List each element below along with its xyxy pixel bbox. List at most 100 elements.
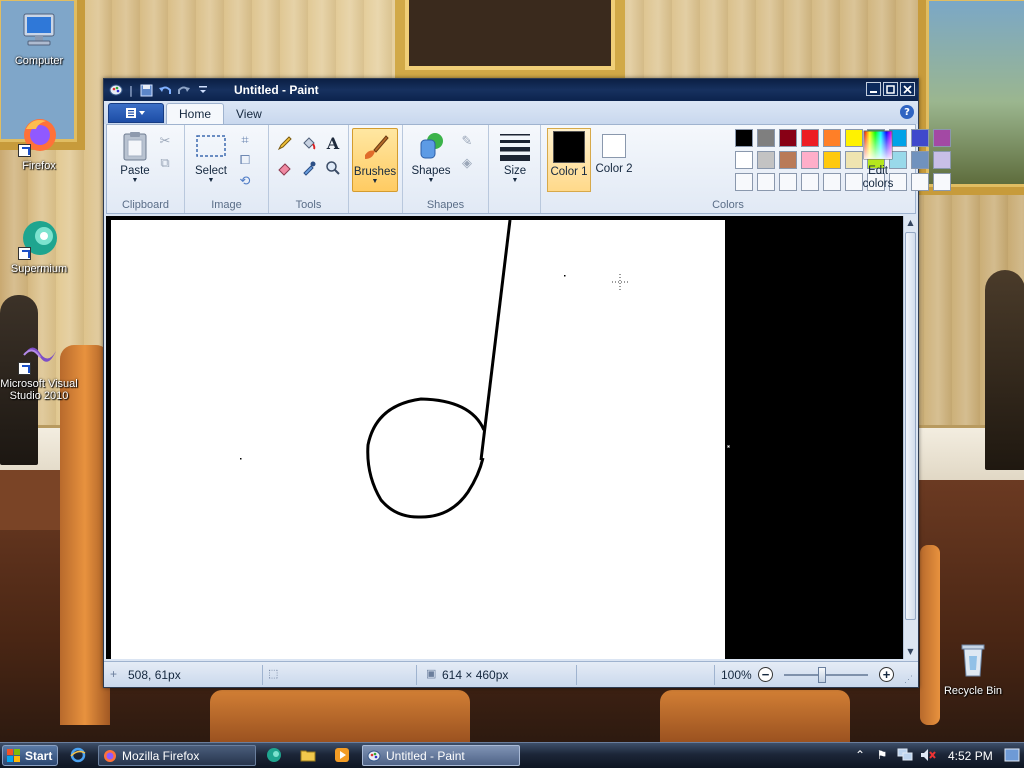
scroll-down-icon[interactable]: ▼ bbox=[904, 645, 917, 659]
palette-swatch[interactable] bbox=[801, 151, 819, 169]
tab-home[interactable]: Home bbox=[166, 103, 225, 124]
copy-icon[interactable]: ⧉ bbox=[155, 153, 175, 173]
edit-colors-button[interactable]: Edit colors bbox=[853, 128, 903, 190]
palette-swatch[interactable] bbox=[779, 129, 797, 147]
palette-swatch[interactable] bbox=[735, 129, 753, 147]
canvas-resize-handle[interactable] bbox=[727, 445, 730, 448]
desktop-icon-visual-studio[interactable]: Microsoft Visual Studio 2010 bbox=[0, 333, 80, 402]
taskbar-clock[interactable]: 4:52 PM bbox=[948, 749, 993, 763]
color1-button[interactable]: Color 1 bbox=[547, 128, 591, 192]
cut-icon[interactable]: ✂ bbox=[155, 131, 175, 151]
ie-quicklaunch-icon[interactable] bbox=[70, 747, 86, 763]
pencil-icon[interactable] bbox=[275, 133, 295, 153]
scrollbar-thumb[interactable] bbox=[905, 232, 916, 620]
palette-swatch[interactable] bbox=[757, 151, 775, 169]
palette-swatch[interactable] bbox=[933, 151, 951, 169]
vertical-scrollbar[interactable]: ▲ ▼ bbox=[903, 216, 917, 659]
palette-swatch-empty[interactable] bbox=[757, 173, 775, 191]
undo-icon[interactable] bbox=[157, 82, 173, 98]
shapes-button[interactable]: Shapes ▼ bbox=[409, 128, 453, 190]
palette-swatch-empty[interactable] bbox=[933, 173, 951, 191]
show-hidden-icons-icon[interactable]: ⌃ bbox=[852, 747, 868, 763]
close-button[interactable] bbox=[900, 82, 915, 96]
size-button[interactable]: Size ▼ bbox=[493, 128, 537, 190]
action-center-flag-icon[interactable]: ⚑ bbox=[874, 747, 890, 763]
desktop-icon-computer[interactable]: Computer bbox=[0, 10, 80, 67]
drawing-canvas[interactable] bbox=[111, 219, 725, 659]
status-separator bbox=[416, 665, 417, 685]
palette-swatch[interactable] bbox=[779, 151, 797, 169]
palette-swatch-empty[interactable] bbox=[735, 173, 753, 191]
rotate-icon[interactable]: ⟲ bbox=[235, 171, 255, 191]
brushes-button[interactable]: Brushes ▼ bbox=[352, 128, 398, 192]
help-button[interactable]: ? bbox=[900, 105, 914, 119]
supermium-quicklaunch-icon[interactable] bbox=[266, 747, 282, 763]
paste-button[interactable]: Paste ▼ bbox=[113, 128, 157, 190]
resize-grip-icon[interactable]: ⋰ bbox=[904, 674, 913, 685]
shortcut-arrow-icon bbox=[18, 362, 31, 375]
volume-muted-icon[interactable] bbox=[920, 747, 936, 763]
canvas-workspace[interactable] bbox=[106, 216, 903, 659]
show-desktop-icon[interactable] bbox=[1004, 747, 1020, 763]
window-controls bbox=[866, 82, 915, 96]
paint-window: | Untitled - Paint Home View ? Paste ▼ ✂… bbox=[103, 78, 951, 688]
start-button[interactable]: Start bbox=[2, 745, 58, 766]
palette-swatch-empty[interactable] bbox=[779, 173, 797, 191]
save-icon[interactable] bbox=[138, 82, 154, 98]
cursor-position: 508, 61px bbox=[128, 668, 181, 682]
eraser-icon[interactable] bbox=[275, 158, 295, 178]
taskbar-button-firefox[interactable]: Mozilla Firefox bbox=[98, 745, 256, 766]
color-picker-icon[interactable] bbox=[299, 158, 319, 178]
explorer-quicklaunch-icon[interactable] bbox=[300, 747, 316, 763]
media-player-quicklaunch-icon[interactable] bbox=[334, 747, 350, 763]
start-label: Start bbox=[25, 748, 53, 763]
fill-icon[interactable] bbox=[299, 133, 319, 153]
desktop-icon-supermium[interactable]: Supermium bbox=[0, 218, 80, 275]
zoom-out-button[interactable]: − bbox=[758, 667, 773, 682]
zoom-in-button[interactable]: + bbox=[879, 667, 894, 682]
select-button[interactable]: Select ▼ bbox=[189, 128, 233, 190]
group-label-clipboard: Clipboard bbox=[121, 199, 170, 211]
magnifier-icon[interactable] bbox=[323, 158, 343, 178]
fill-shape-icon[interactable]: ◈ bbox=[457, 153, 477, 173]
redo-icon[interactable] bbox=[176, 82, 192, 98]
palette-swatch[interactable] bbox=[823, 129, 841, 147]
zoom-level: 100% bbox=[721, 668, 752, 682]
desktop-icon-recycle-bin[interactable]: Recycle Bin bbox=[932, 640, 1014, 697]
zoom-slider-thumb[interactable] bbox=[817, 667, 826, 683]
palette-swatch[interactable] bbox=[735, 151, 753, 169]
crop-icon[interactable]: ⌗ bbox=[235, 130, 255, 150]
palette-swatch[interactable] bbox=[801, 129, 819, 147]
visual-studio-icon bbox=[18, 333, 60, 375]
paint-menu-button[interactable] bbox=[108, 103, 164, 123]
palette-swatch[interactable] bbox=[823, 151, 841, 169]
desktop-icon-firefox[interactable]: Firefox bbox=[0, 115, 80, 172]
resize-icon[interactable]: ⧠ bbox=[235, 150, 255, 170]
color1-swatch bbox=[553, 131, 585, 163]
tab-view[interactable]: View bbox=[224, 103, 274, 124]
palette-swatch-empty[interactable] bbox=[911, 173, 929, 191]
color2-button[interactable]: Color 2 bbox=[593, 128, 635, 190]
minimize-button[interactable] bbox=[866, 82, 881, 96]
palette-swatch[interactable] bbox=[933, 129, 951, 147]
palette-swatch-empty[interactable] bbox=[823, 173, 841, 191]
maximize-button[interactable] bbox=[883, 82, 898, 96]
palette-swatch[interactable] bbox=[911, 151, 929, 169]
text-icon[interactable]: A bbox=[323, 133, 343, 153]
group-brushes: Brushes ▼ bbox=[349, 125, 403, 213]
network-icon[interactable] bbox=[897, 747, 913, 763]
paint-app-icon[interactable] bbox=[108, 82, 124, 98]
wallpaper-chair-bottom-right bbox=[660, 690, 850, 742]
palette-swatch-empty[interactable] bbox=[801, 173, 819, 191]
palette-swatch[interactable] bbox=[757, 129, 775, 147]
palette-swatch[interactable] bbox=[911, 129, 929, 147]
title-bar[interactable]: | Untitled - Paint bbox=[104, 79, 918, 101]
zoom-slider-track[interactable] bbox=[784, 674, 868, 676]
supermium-icon bbox=[18, 218, 60, 260]
status-separator bbox=[262, 665, 263, 685]
outline-icon[interactable]: ✎ bbox=[457, 131, 477, 151]
customize-qat-icon[interactable] bbox=[195, 82, 211, 98]
taskbar-button-paint[interactable]: Untitled - Paint bbox=[362, 745, 520, 766]
scroll-up-icon[interactable]: ▲ bbox=[904, 216, 917, 230]
desktop-icon-label: Recycle Bin bbox=[943, 685, 1003, 697]
